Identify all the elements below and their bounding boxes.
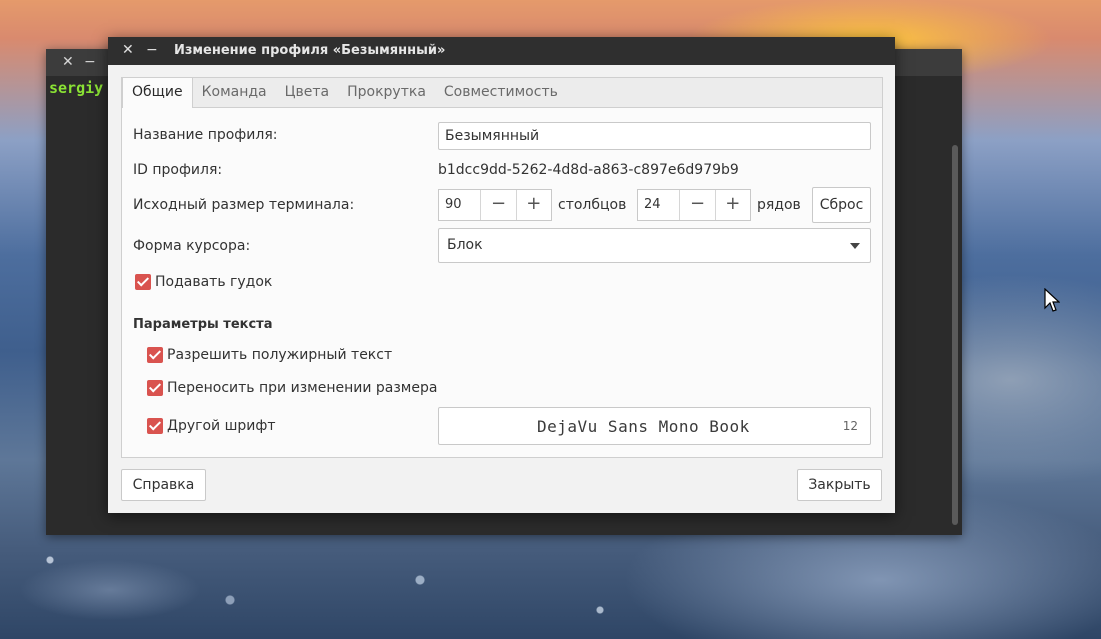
terminal-close-icon[interactable]: ✕ <box>62 54 74 70</box>
rows-value[interactable]: 24 <box>638 190 679 220</box>
rows-increment-button[interactable]: + <box>714 190 750 220</box>
tab-colors[interactable]: Цвета <box>276 78 338 107</box>
dialog-title: Изменение профиля «Безымянный» <box>174 43 446 58</box>
columns-increment-button[interactable]: + <box>515 190 551 220</box>
custom-font-label: Другой шрифт <box>167 418 276 434</box>
font-size: 12 <box>842 419 858 433</box>
columns-value[interactable]: 90 <box>439 190 480 220</box>
profile-name-input[interactable]: Безымянный <box>438 122 871 150</box>
profile-id-label: ID профиля: <box>133 162 223 178</box>
text-settings-heading: Параметры текста <box>133 317 273 332</box>
columns-decrement-button[interactable]: − <box>480 190 515 220</box>
dialog-minimize-icon[interactable]: − <box>146 42 158 58</box>
profile-id-value: b1dcc9dd-5262-4d8d-a863-c897e6d979b9 <box>438 162 739 178</box>
profile-edit-dialog: ✕ − Изменение профиля «Безымянный» Общие… <box>108 37 895 513</box>
cursor-shape-select[interactable]: Блок <box>438 228 871 263</box>
dropdown-arrow-icon <box>850 243 860 249</box>
allow-bold-label: Разрешить полужирный текст <box>167 347 393 363</box>
terminal-size-label: Исходный размер терминала: <box>133 197 355 213</box>
custom-font-checkbox[interactable] <box>147 418 163 434</box>
beep-checkbox[interactable] <box>135 274 151 290</box>
rows-spinner: 24 − + <box>637 189 751 221</box>
columns-spinner: 90 − + <box>438 189 552 221</box>
dialog-titlebar: ✕ − Изменение профиля «Безымянный» <box>108 37 895 65</box>
mouse-pointer-icon <box>1044 288 1060 312</box>
allow-bold-checkbox[interactable] <box>147 347 163 363</box>
profile-name-label: Название профиля: <box>133 127 278 143</box>
tab-command[interactable]: Команда <box>193 78 276 107</box>
font-name: DejaVu Sans Mono Book <box>537 417 750 436</box>
reset-size-button[interactable]: Сброс <box>812 187 871 223</box>
beep-label: Подавать гудок <box>155 274 273 290</box>
tab-compatibility[interactable]: Совместимость <box>435 78 567 107</box>
font-chooser-button[interactable]: DejaVu Sans Mono Book 12 <box>438 407 871 445</box>
cursor-shape-label: Форма курсора: <box>133 238 251 254</box>
dialog-close-icon[interactable]: ✕ <box>122 42 134 58</box>
cursor-shape-value: Блок <box>447 237 483 253</box>
settings-notebook: Общие Команда Цвета Прокрутка Совместимо… <box>121 77 883 458</box>
rewrap-label: Переносить при изменении размера <box>167 380 438 396</box>
terminal-minimize-icon[interactable]: − <box>84 54 96 70</box>
tab-bar: Общие Команда Цвета Прокрутка Совместимо… <box>122 78 882 108</box>
close-button[interactable]: Закрыть <box>797 469 882 501</box>
help-button[interactable]: Справка <box>121 469 206 501</box>
terminal-prompt: sergiy <box>49 79 104 97</box>
tab-general[interactable]: Общие <box>122 78 193 108</box>
rewrap-checkbox[interactable] <box>147 380 163 396</box>
rows-unit-label: рядов <box>757 197 801 213</box>
columns-unit-label: столбцов <box>558 197 627 213</box>
rows-decrement-button[interactable]: − <box>679 190 714 220</box>
terminal-scrollbar[interactable] <box>952 145 958 525</box>
tab-scrolling[interactable]: Прокрутка <box>338 78 435 107</box>
